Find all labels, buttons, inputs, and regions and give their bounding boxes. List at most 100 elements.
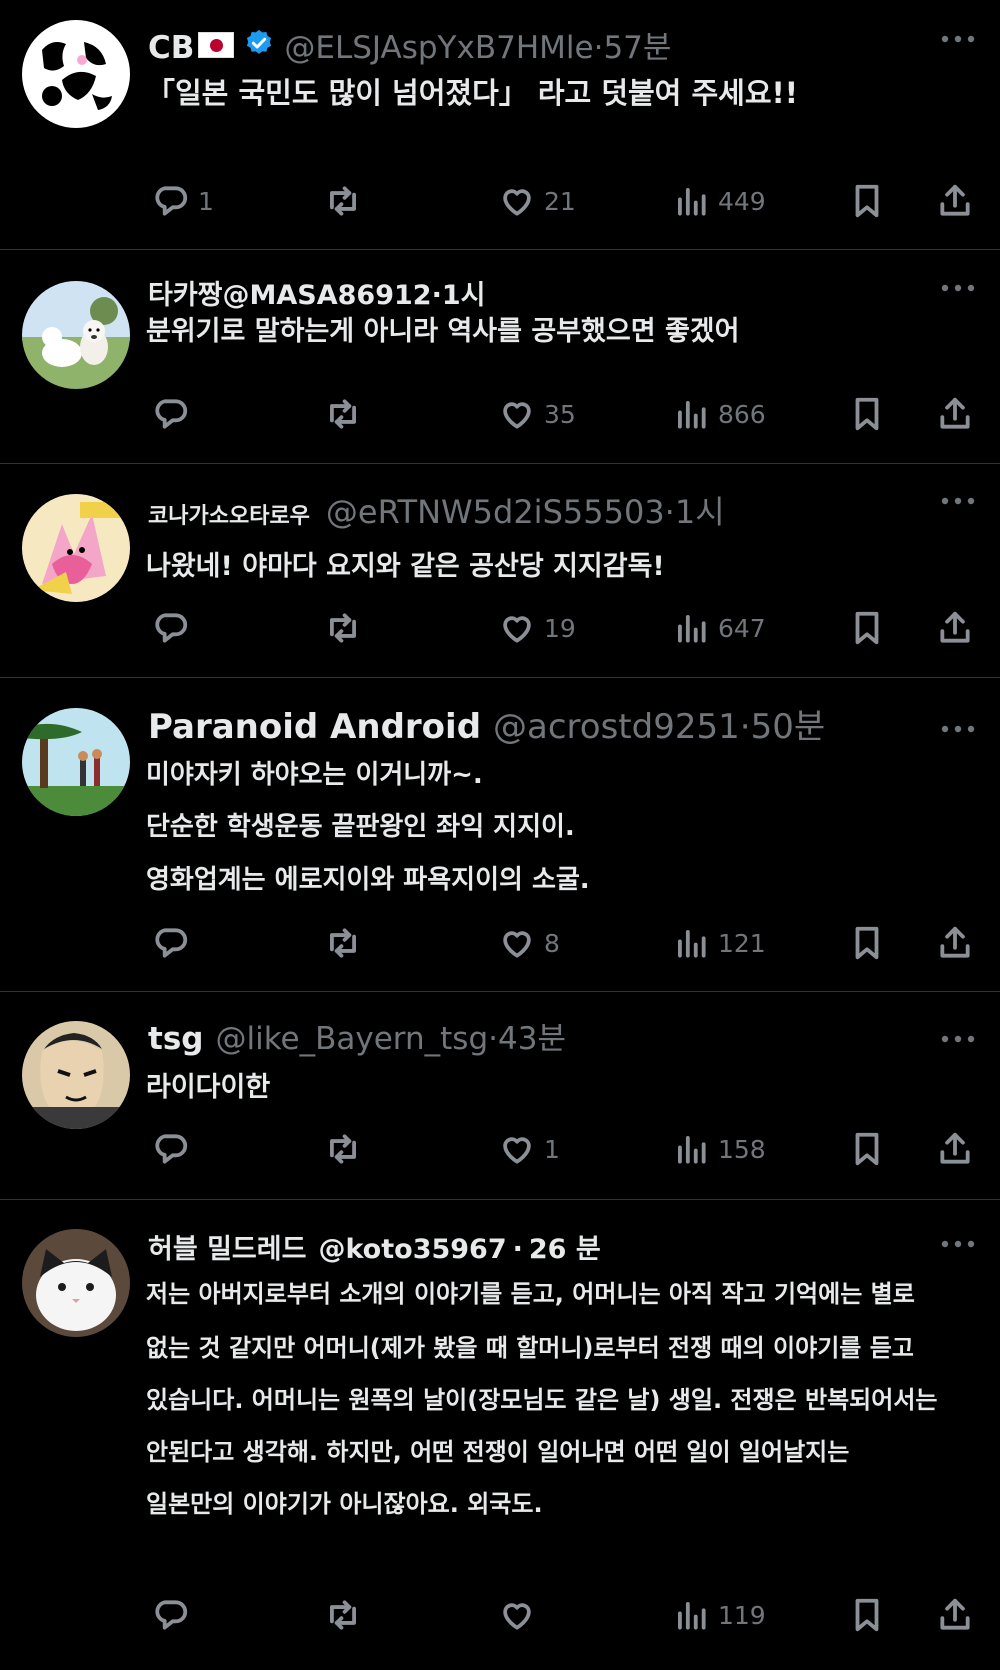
retweet-button[interactable] [324,1129,362,1169]
retweet-button[interactable] [324,923,362,963]
avatar-paranoid-android[interactable] [22,708,130,816]
share-button[interactable] [936,394,974,434]
post-time[interactable]: 50분 [751,699,826,748]
reply-button[interactable] [152,394,190,434]
avatar-cb[interactable] [22,20,130,128]
verified-badge-icon [244,28,274,58]
display-name[interactable]: 코나가소오타로우 [148,498,310,530]
like-button[interactable]: 8 [498,923,560,963]
post-text-line: 안된다고 생각해. 하지만, 어떤 전쟁이 일어나면 어떤 일이 일어날지는 [146,1438,850,1466]
display-name[interactable]: 허블 밀드레드 [148,1227,306,1266]
retweet-button[interactable] [324,394,362,434]
reply-button[interactable] [152,1595,190,1635]
like-button[interactable]: 21 [498,181,576,221]
post-time[interactable]: 43분 [498,1013,566,1058]
views-button[interactable]: 449 [672,181,766,221]
views-button[interactable]: 866 [672,394,766,434]
reply-button[interactable]: 1 [152,181,214,221]
post-1[interactable]: CB @ELSJAspYxB7HMle · 57분 「일본 국민도 많이 넘어졌… [0,0,1000,250]
more-icon[interactable] [940,34,976,44]
post-text-line: 라이다이한 [146,1072,271,1103]
reply-icon [152,395,190,433]
separator-dot: · [593,30,604,66]
more-icon[interactable] [940,1034,976,1044]
avatar-konaga[interactable] [22,494,130,602]
views-icon [672,1130,710,1168]
bookmark-button[interactable] [848,394,886,434]
user-handle[interactable]: @koto35967 [318,1234,506,1265]
more-icon[interactable] [940,283,976,293]
post-time[interactable]: 1시 [675,487,725,533]
retweet-button[interactable] [324,1595,362,1635]
views-icon [672,609,710,647]
display-name[interactable]: tsg [148,1021,203,1057]
retweet-icon [324,609,362,647]
reply-button[interactable] [152,1129,190,1169]
post-time[interactable]: 26 분 [529,1227,601,1266]
separator-dot: · [664,493,675,531]
display-name[interactable]: Paranoid Android [148,707,481,747]
bookmark-icon [848,1596,886,1634]
share-button[interactable] [936,608,974,648]
like-icon [498,1130,536,1168]
retweet-icon [324,924,362,962]
retweet-icon [324,1130,362,1168]
user-handle[interactable]: @ELSJAspYxB7HMle [284,30,593,66]
user-handle[interactable]: @like_Bayern_tsg [215,1021,488,1057]
view-count: 119 [718,1600,766,1630]
post-2[interactable]: 타카짱 @MASA86912 · 1시 분위기로 말하는게 아니라 역사를 공부… [0,251,1000,464]
avatar-tsg[interactable] [22,1021,130,1129]
share-button[interactable] [936,181,974,221]
separator-dot: · [431,280,442,311]
share-button[interactable] [936,1595,974,1635]
like-count: 1 [544,1134,560,1164]
separator-dot: · [488,1021,498,1057]
avatar-takachan[interactable] [22,281,130,389]
views-icon [672,1596,710,1634]
display-name[interactable]: CB [148,30,194,66]
user-handle[interactable]: @acrostd9251 [493,707,740,747]
reply-icon [152,924,190,962]
views-button[interactable]: 119 [672,1595,766,1635]
views-button[interactable]: 121 [672,923,766,963]
like-count: 19 [544,613,576,643]
post-5[interactable]: tsg @like_Bayern_tsg · 43분 라이다이한 1 158 [0,993,1000,1200]
retweet-icon [324,395,362,433]
more-icon[interactable] [940,724,976,734]
post-3[interactable]: 코나가소오타로우 @eRTNW5d2iS55503 · 1시 나왔네! 야마다 … [0,465,1000,678]
user-handle[interactable]: @eRTNW5d2iS55503 [326,493,665,531]
retweet-button[interactable] [324,608,362,648]
share-icon [936,924,974,962]
share-button[interactable] [936,1129,974,1169]
post-time[interactable]: 1시 [442,273,486,312]
reply-icon [152,1130,190,1168]
views-button[interactable]: 647 [672,608,766,648]
post-6[interactable]: 허블 밀드레드 @koto35967 · 26 분 저는 아버지로부터 소개의 … [0,1201,1000,1670]
separator-dot: · [739,707,751,747]
like-icon [498,182,536,220]
like-button[interactable]: 19 [498,608,576,648]
display-name[interactable]: 타카짱 [148,273,223,312]
reply-button[interactable] [152,923,190,963]
bookmark-button[interactable] [848,1595,886,1635]
avatar-hubble[interactable] [22,1229,130,1337]
bookmark-button[interactable] [848,608,886,648]
post-text-line: 나왔네! 야마다 요지와 같은 공산당 지지감독! [146,551,665,582]
like-button[interactable]: 1 [498,1129,560,1169]
bookmark-button[interactable] [848,1129,886,1169]
bookmark-button[interactable] [848,181,886,221]
view-count: 647 [718,613,766,643]
more-icon[interactable] [940,496,976,506]
share-button[interactable] [936,923,974,963]
like-button[interactable] [498,1595,536,1635]
post-time[interactable]: 57분 [603,22,671,67]
like-count: 35 [544,399,576,429]
like-button[interactable]: 35 [498,394,576,434]
bookmark-button[interactable] [848,923,886,963]
views-button[interactable]: 158 [672,1129,766,1169]
reply-button[interactable] [152,608,190,648]
more-icon[interactable] [940,1239,976,1249]
retweet-button[interactable] [324,181,362,221]
user-handle[interactable]: @MASA86912 [223,280,432,311]
post-4[interactable]: Paranoid Android @acrostd9251 · 50분 미야자키… [0,679,1000,992]
